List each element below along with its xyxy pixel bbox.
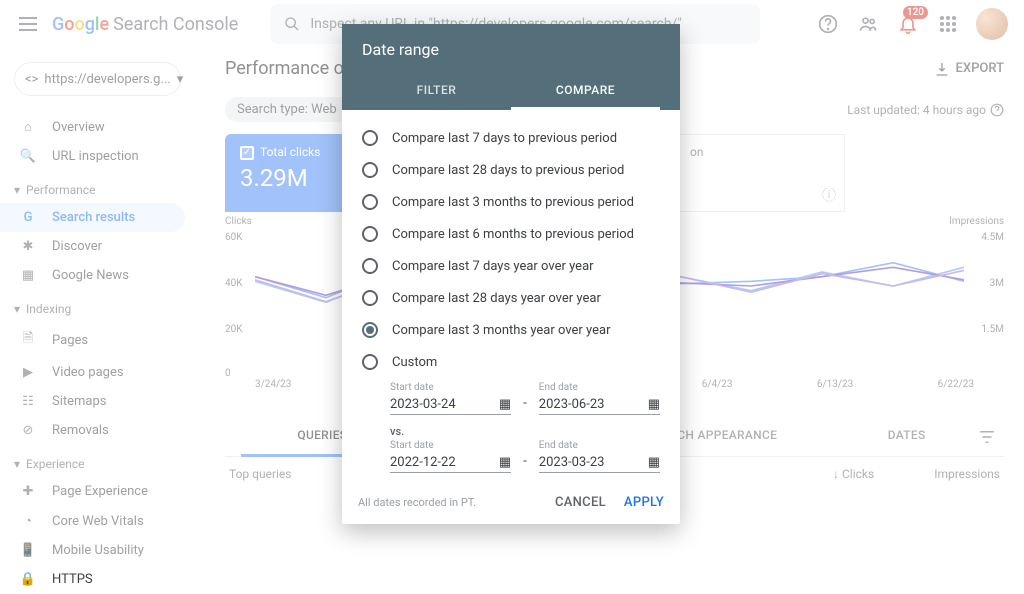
dialog-tab-filter[interactable]: FILTER — [362, 73, 511, 110]
option-label: Compare last 28 days to previous period — [392, 163, 624, 178]
dialog-footer: All dates recorded in PT. CANCEL APPLY — [342, 483, 680, 524]
compare-option[interactable]: Compare last 28 days to previous period — [348, 154, 674, 186]
field-label: End date — [539, 382, 660, 393]
range-dash: - — [519, 454, 531, 473]
compare-option[interactable]: Compare last 28 days year over year — [348, 282, 674, 314]
radio-icon — [362, 194, 378, 210]
field-label: Start date — [390, 382, 511, 393]
compare-option[interactable]: Custom — [348, 346, 674, 378]
calendar-icon[interactable]: ▦ — [499, 455, 511, 470]
field-label: Start date — [390, 440, 511, 451]
compare-option[interactable]: Compare last 3 months year over year — [348, 314, 674, 346]
option-label: Compare last 28 days year over year — [392, 291, 601, 306]
apply-button[interactable]: APPLY — [624, 495, 664, 510]
start-date-field-2[interactable]: Start date 2022-12-22 ▦ — [390, 440, 511, 473]
end-date-field-2[interactable]: End date 2023-03-23 ▦ — [539, 440, 660, 473]
option-label: Compare last 6 months to previous period — [392, 227, 634, 242]
radio-icon — [362, 130, 378, 146]
compare-option[interactable]: Compare last 6 months to previous period — [348, 218, 674, 250]
compare-option[interactable]: Compare last 7 days to previous period — [348, 122, 674, 154]
start-date-value-2: 2022-12-22 — [390, 455, 456, 470]
date-range-dialog: Date range FILTER COMPARE Compare last 7… — [342, 24, 680, 524]
sidebar-icon: 🔒 — [18, 572, 38, 587]
dialog-note: All dates recorded in PT. — [358, 496, 476, 509]
option-label: Compare last 7 days to previous period — [392, 131, 617, 146]
radio-icon — [362, 290, 378, 306]
radio-icon — [362, 226, 378, 242]
vs-label: vs. — [390, 425, 660, 438]
option-label: Compare last 7 days year over year — [392, 259, 594, 274]
option-label: Compare last 3 months to previous period — [392, 195, 634, 210]
calendar-icon[interactable]: ▦ — [648, 455, 660, 470]
end-date-value-2: 2023-03-23 — [539, 455, 605, 470]
compare-option[interactable]: Compare last 3 months to previous period — [348, 186, 674, 218]
compare-option[interactable]: Compare last 7 days year over year — [348, 250, 674, 282]
sidebar-label: HTTPS — [52, 572, 93, 587]
calendar-icon[interactable]: ▦ — [648, 397, 660, 412]
dialog-header: Date range FILTER COMPARE — [342, 24, 680, 110]
dialog-title: Date range — [362, 40, 660, 59]
start-date-field[interactable]: Start date 2023-03-24 ▦ — [390, 382, 511, 415]
range-dash: - — [519, 396, 531, 415]
option-label: Compare last 3 months year over year — [392, 323, 611, 338]
dialog-tabs: FILTER COMPARE — [362, 73, 660, 110]
radio-icon — [362, 322, 378, 338]
field-label: End date — [539, 440, 660, 451]
end-date-field[interactable]: End date 2023-06-23 ▦ — [539, 382, 660, 415]
radio-icon — [362, 354, 378, 370]
dialog-tab-compare[interactable]: COMPARE — [511, 73, 660, 110]
cancel-button[interactable]: CANCEL — [555, 495, 606, 510]
end-date-value: 2023-06-23 — [539, 397, 605, 412]
dialog-options: Compare last 7 days to previous period Co… — [342, 110, 680, 382]
custom-date-block: Start date 2023-03-24 ▦ - End date 2023-0… — [342, 382, 680, 473]
option-label: Custom — [392, 355, 437, 370]
start-date-value: 2023-03-24 — [390, 397, 456, 412]
sidebar-item[interactable]: 🔒 HTTPS — [0, 565, 185, 594]
radio-icon — [362, 162, 378, 178]
calendar-icon[interactable]: ▦ — [499, 397, 511, 412]
radio-icon — [362, 258, 378, 274]
